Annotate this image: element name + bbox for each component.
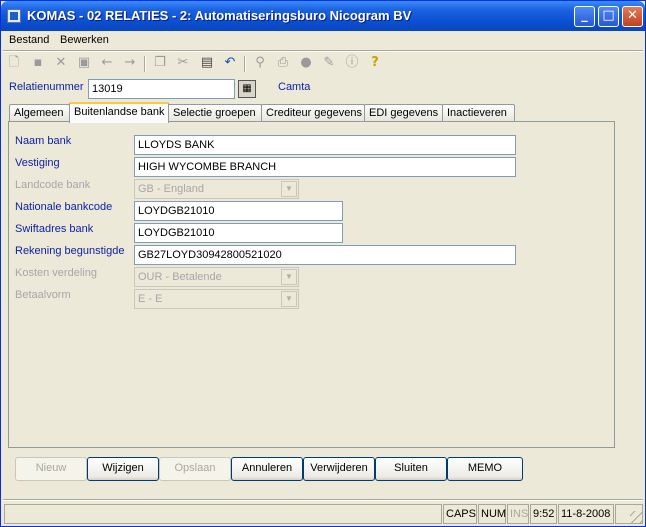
- landcode-value: GB - England: [138, 183, 205, 195]
- forward-arrow-icon[interactable]: →: [122, 55, 138, 71]
- help-icon[interactable]: ?: [367, 55, 383, 71]
- tab-selectie-groepen[interactable]: Selectie groepen: [168, 104, 262, 122]
- toolbar-separator: [244, 56, 246, 72]
- kosten-select: OUR - Betalende ▼: [134, 267, 299, 287]
- status-divider: [3, 499, 643, 501]
- tab-panel: Naam bank LLOYDS BANK Vestiging HIGH WYC…: [8, 121, 615, 448]
- status-num: NUM: [478, 504, 506, 524]
- status-bar: CAPS NUM INS 9:52 11-8-2008: [1, 502, 645, 526]
- swiftadres-input[interactable]: LOYDGB21010: [134, 223, 343, 243]
- status-message: [4, 504, 442, 524]
- landcode-label: Landcode bank: [15, 179, 91, 191]
- resize-grip[interactable]: [630, 511, 642, 523]
- close-button[interactable]: ✕: [622, 6, 643, 27]
- kosten-label: Kosten verdeling: [15, 267, 97, 279]
- window-title: KOMAS - 02 RELATIES - 2: Automatiserings…: [27, 8, 412, 23]
- memo-button[interactable]: MEMO: [447, 457, 523, 481]
- app-window: KOMAS - 02 RELATIES - 2: Automatiserings…: [0, 0, 646, 527]
- vestiging-label: Vestiging: [15, 157, 60, 169]
- maximize-button[interactable]: □: [598, 6, 619, 27]
- print-icon[interactable]: ⎙: [275, 55, 291, 71]
- chevron-down-icon: ▼: [281, 291, 297, 307]
- new-icon[interactable]: 🗋: [6, 55, 22, 71]
- user-icon[interactable]: ●: [298, 55, 314, 71]
- paste-icon[interactable]: ▤: [199, 55, 215, 71]
- tab-edi-gegevens[interactable]: EDI gegevens: [364, 104, 443, 122]
- toolbar-separator: [144, 56, 146, 72]
- undo-icon[interactable]: ↶: [222, 55, 238, 71]
- status-time: 9:52: [530, 504, 557, 524]
- back-arrow-icon[interactable]: ←: [99, 55, 115, 71]
- betaalvorm-value: E - E: [138, 293, 163, 305]
- copy-icon[interactable]: ❐: [152, 55, 168, 71]
- status-date: 11-8-2008: [558, 504, 614, 524]
- opslaan-button[interactable]: Opslaan: [159, 457, 231, 481]
- status-ins: INS: [507, 504, 529, 524]
- landcode-select: GB - England ▼: [134, 179, 299, 199]
- delete-icon[interactable]: ✕: [53, 55, 69, 71]
- rekening-input[interactable]: GB27LOYD30942800521020: [134, 245, 516, 265]
- save-as-icon[interactable]: ▣: [76, 55, 92, 71]
- app-icon: [7, 9, 21, 23]
- vestiging-input[interactable]: HIGH WYCOMBE BRANCH: [134, 157, 516, 177]
- relatienummer-label: Relatienummer: [9, 81, 84, 93]
- nationale-bankcode-input[interactable]: LOYDGB21010: [134, 201, 343, 221]
- info-icon[interactable]: ⓘ: [344, 55, 360, 71]
- swiftadres-label: Swiftadres bank: [15, 223, 94, 235]
- menu-bestand[interactable]: Bestand: [9, 34, 49, 46]
- menu-bewerken[interactable]: Bewerken: [60, 34, 109, 46]
- tab-buitenlandse-bank[interactable]: Buitenlandse bank: [69, 102, 169, 123]
- save-icon[interactable]: ▪: [30, 55, 46, 71]
- nationale-bankcode-label: Nationale bankcode: [15, 201, 113, 213]
- menu-bar: Bestand Bewerken: [1, 31, 645, 50]
- kosten-value: OUR - Betalende: [138, 271, 222, 283]
- toolbar: 🗋 ▪ ✕ ▣ ← → ❐ ✂ ▤ ↶ ⚲ ⎙ ● ✎ ⓘ ?: [1, 53, 645, 75]
- tab-crediteur-gegevens[interactable]: Crediteur gegevens: [261, 104, 365, 122]
- cut-icon[interactable]: ✂: [175, 55, 191, 71]
- chevron-down-icon: ▼: [281, 181, 297, 197]
- minimize-button[interactable]: _: [574, 6, 595, 27]
- menu-divider: [3, 50, 643, 52]
- wijzigen-button[interactable]: Wijzigen: [87, 457, 159, 481]
- nieuw-button[interactable]: Nieuw: [15, 457, 87, 481]
- naam-bank-label: Naam bank: [15, 135, 72, 147]
- calculator-icon[interactable]: ▦: [238, 80, 256, 98]
- binoculars-icon[interactable]: ⚲: [252, 55, 268, 71]
- chevron-down-icon: ▼: [281, 269, 297, 285]
- sluiten-button[interactable]: Sluiten: [375, 457, 447, 481]
- relatie-name: Camta: [278, 81, 311, 93]
- naam-bank-input[interactable]: LLOYDS BANK: [134, 135, 516, 155]
- annuleren-button[interactable]: Annuleren: [231, 457, 303, 481]
- rekening-label: Rekening begunstigde: [15, 245, 125, 257]
- notes-icon[interactable]: ✎: [321, 55, 337, 71]
- title-bar[interactable]: KOMAS - 02 RELATIES - 2: Automatiserings…: [1, 1, 645, 31]
- betaalvorm-label: Betaalvorm: [15, 289, 71, 301]
- tab-algemeen[interactable]: Algemeen: [9, 104, 70, 122]
- betaalvorm-select: E - E ▼: [134, 289, 299, 309]
- tab-inactieveren[interactable]: Inactieveren: [442, 104, 515, 122]
- relatienummer-input[interactable]: 13019: [88, 79, 235, 99]
- verwijderen-button[interactable]: Verwijderen: [303, 457, 375, 481]
- status-caps: CAPS: [443, 504, 477, 524]
